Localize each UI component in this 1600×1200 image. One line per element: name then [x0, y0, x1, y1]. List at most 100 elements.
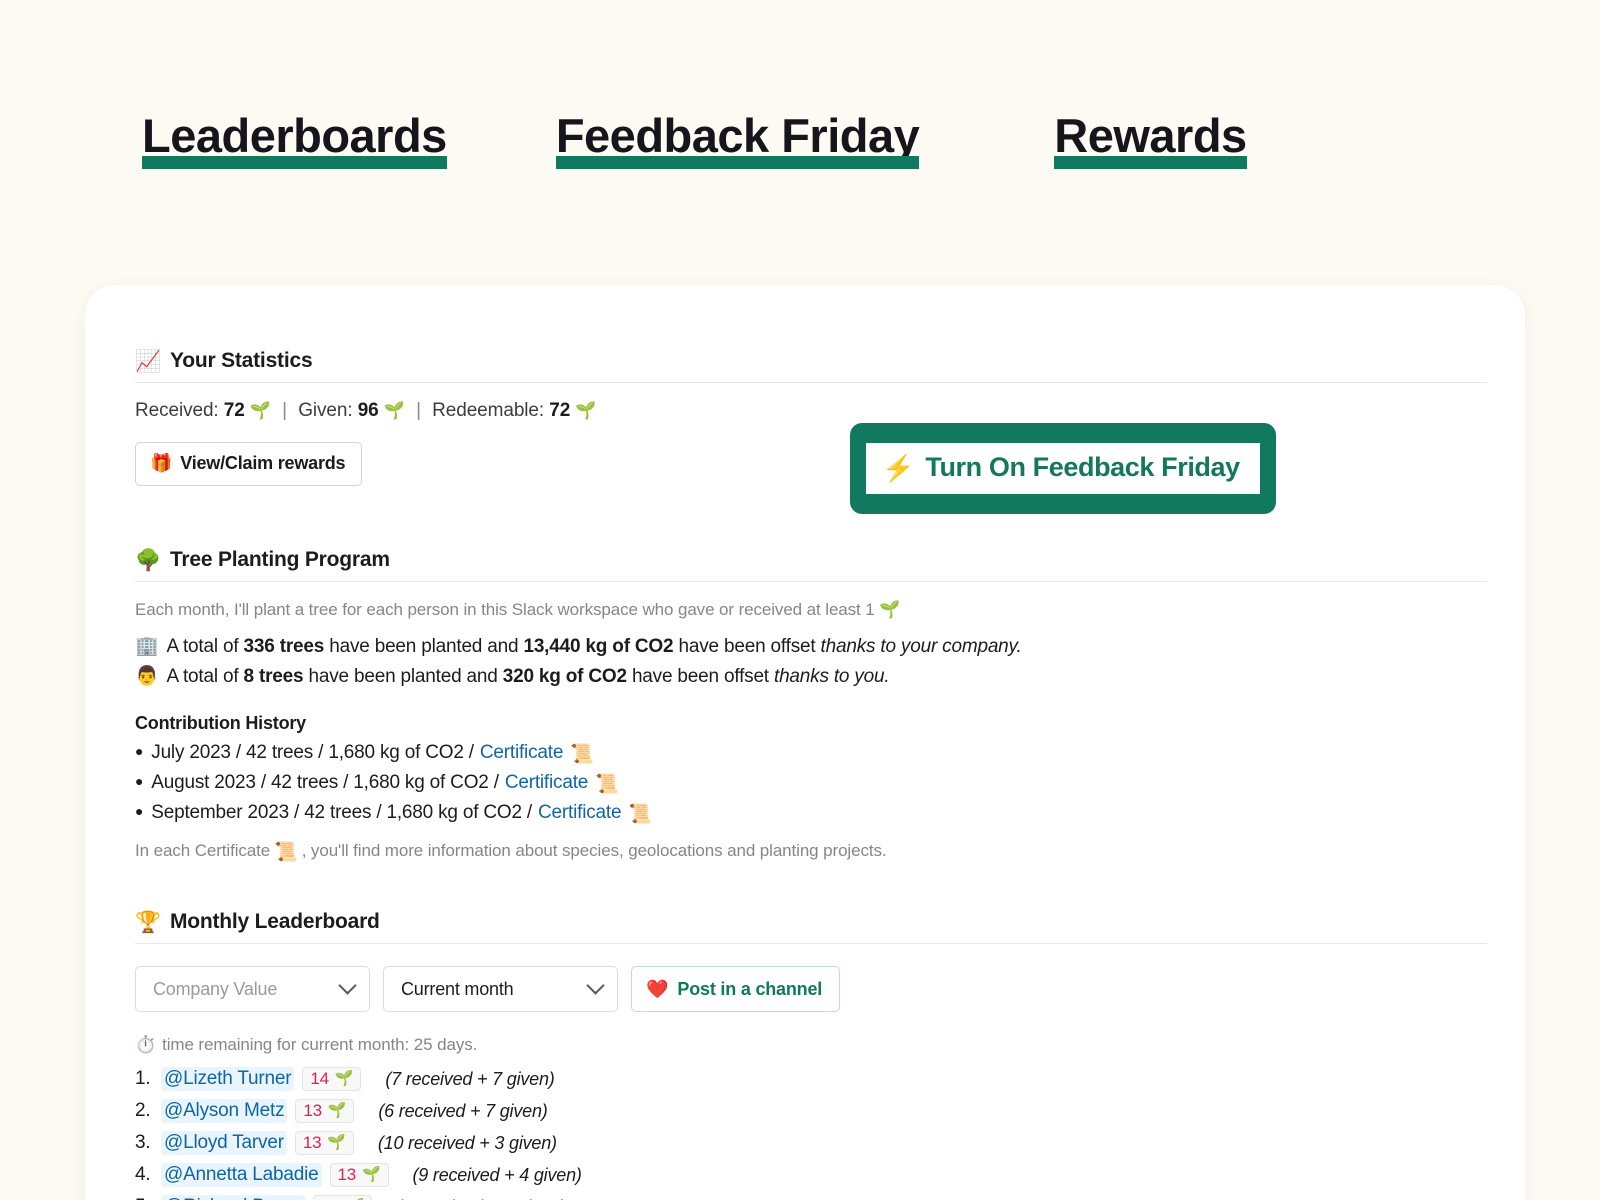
period-select-label: Current month: [401, 978, 514, 999]
scroll-icon: 📜: [570, 744, 594, 765]
leaderboard-controls: Company Value Current month ❤️ Post in a…: [135, 966, 1473, 1012]
company-trees: 336 trees: [243, 636, 325, 657]
divider: [135, 943, 1487, 944]
score-breakdown: (7 received + 5 given): [396, 1197, 565, 1200]
divider: [135, 581, 1487, 582]
sprout-icon: 🌱: [327, 1102, 347, 1119]
score-value: 13: [303, 1101, 322, 1120]
sprout-icon: 🌱: [362, 1166, 381, 1183]
sprout-icon: 🌱: [383, 401, 405, 420]
score-breakdown: (10 received + 3 given): [377, 1132, 557, 1153]
gift-icon: 🎁: [150, 453, 173, 473]
certificate-note-before: In each Certificate: [135, 841, 271, 860]
monthly-leaderboard-heading: 🏆 Monthly Leaderboard: [135, 910, 1473, 934]
view-claim-rewards-label: View/Claim rewards: [180, 453, 346, 473]
personal-emphasis: thanks to you.: [773, 666, 890, 687]
tree-program-intro-text: Each month, I'll plant a tree for each p…: [135, 600, 875, 619]
leaderboard-list: 1. @Lizeth Turner 14 🌱 (7 received + 7 g…: [135, 1066, 1473, 1200]
heart-icon: ❤️: [646, 978, 669, 999]
contribution-text: August 2023 / 42 trees / 1,680 kg of CO2…: [151, 772, 499, 793]
user-mention[interactable]: @Lizeth Turner: [161, 1067, 295, 1091]
score-chip: 14 🌱: [302, 1067, 362, 1091]
contribution-item: ● September 2023 / 42 trees / 1,680 kg o…: [135, 800, 1473, 825]
score-breakdown: (7 received + 7 given): [385, 1068, 555, 1089]
post-in-channel-button[interactable]: ❤️ Post in a channel: [631, 966, 841, 1012]
redeemable-value: 72: [549, 400, 571, 421]
rank: 5.: [135, 1196, 161, 1200]
company-pre: A total of: [166, 636, 239, 657]
nav-item-leaderboards[interactable]: Leaderboards: [142, 109, 447, 169]
user-mention[interactable]: @Richard Bruen: [161, 1195, 305, 1200]
bullet-icon: ●: [135, 803, 144, 819]
time-remaining: ⏱️ time remaining for current month: 25 …: [135, 1035, 1473, 1055]
personal-total-line: 👨 A total of 8 trees have been planted a…: [135, 664, 1473, 688]
your-statistics-heading: 📈 Your Statistics: [135, 349, 1473, 373]
company-value-select-label: Company Value: [153, 978, 278, 999]
certificate-link[interactable]: Certificate: [505, 772, 589, 794]
content-card: 📈 Your Statistics Received: 72 🌱 | Given…: [85, 285, 1525, 1200]
list-item: 2. @Alyson Metz 13 🌱 (6 received + 7 giv…: [135, 1098, 1473, 1124]
statistics-summary: Received: 72 🌱 | Given: 96 🌱 | Redeemabl…: [135, 400, 1473, 422]
sprout-icon: 🌱: [575, 401, 597, 420]
rank: 3.: [135, 1132, 151, 1153]
user-mention[interactable]: @Lloyd Tarver: [161, 1131, 287, 1155]
top-nav: Leaderboards Feedback Friday Rewards: [142, 109, 1247, 169]
certificate-link[interactable]: Certificate: [480, 742, 564, 764]
given-value: 96: [357, 400, 379, 421]
timer-icon: ⏱️: [135, 1035, 157, 1054]
score-chip: 13 🌱: [294, 1131, 354, 1155]
personal-post: have been offset: [631, 666, 769, 687]
divider: [135, 382, 1487, 383]
certificate-note-after: , you'll find more information about spe…: [301, 841, 887, 860]
company-total-line: 🏢 A total of 336 trees have been planted…: [135, 634, 1473, 658]
stat-separator-1: |: [282, 400, 288, 421]
score-breakdown: (9 received + 4 given): [412, 1164, 582, 1185]
list-item: 3. @Lloyd Tarver 13 🌱 (10 received + 3 g…: [135, 1130, 1473, 1156]
certificate-link[interactable]: Certificate: [538, 802, 622, 824]
contribution-item: ● August 2023 / 42 trees / 1,680 kg of C…: [135, 770, 1473, 795]
given-label: Given:: [298, 400, 353, 421]
view-claim-rewards-button[interactable]: 🎁 View/Claim rewards: [135, 442, 363, 486]
list-item: 1. @Lizeth Turner 14 🌱 (7 received + 7 g…: [135, 1066, 1473, 1092]
company-emphasis: thanks to your company.: [820, 636, 1022, 657]
trophy-icon: 🏆: [135, 910, 161, 934]
certificate-note: In each Certificate 📜 , you'll find more…: [135, 838, 1473, 863]
contribution-item: ● July 2023 / 42 trees / 1,680 kg of CO2…: [135, 740, 1473, 765]
company-value-select[interactable]: Company Value: [135, 966, 370, 1012]
contribution-text: July 2023 / 42 trees / 1,680 kg of CO2 /: [151, 742, 474, 763]
turn-on-feedback-friday-button[interactable]: ⚡ Turn On Feedback Friday: [866, 443, 1260, 494]
sprout-icon: 🌱: [334, 1070, 354, 1087]
chevron-down-icon: [586, 975, 605, 995]
person-icon: 👨: [135, 666, 159, 687]
score-chip: 13 🌱: [295, 1099, 355, 1123]
rank: 4.: [135, 1164, 151, 1185]
rank: 2.: [135, 1100, 151, 1121]
period-select[interactable]: Current month: [383, 966, 618, 1012]
chart-increasing-icon: 📈: [135, 349, 161, 373]
tree-program-intro: Each month, I'll plant a tree for each p…: [135, 600, 1473, 620]
company-total-text: A total of 336 trees have been planted a…: [166, 636, 1021, 658]
score-value: 14: [310, 1069, 329, 1088]
personal-mid: have been planted and: [308, 666, 498, 687]
personal-co2: 320 kg of CO2: [502, 666, 627, 687]
redeemable-label: Redeemable:: [432, 400, 545, 421]
contribution-text: September 2023 / 42 trees / 1,680 kg of …: [151, 802, 532, 823]
user-mention[interactable]: @Alyson Metz: [161, 1099, 288, 1123]
user-mention[interactable]: @Annetta Labadie: [161, 1163, 322, 1187]
turn-on-feedback-friday-label: Turn On Feedback Friday: [925, 452, 1240, 482]
your-statistics-title: Your Statistics: [169, 349, 313, 372]
nav-item-rewards[interactable]: Rewards: [1054, 109, 1247, 169]
sprout-icon: 🌱: [879, 600, 901, 619]
list-item: 5. @Richard Bruen 12 🌱 (7 received + 5 g…: [135, 1194, 1473, 1200]
scroll-icon: 📜: [628, 804, 652, 825]
score-value: 13: [302, 1133, 322, 1152]
tree-planting-heading: 🌳 Tree Planting Program: [135, 548, 1473, 572]
score-chip: 13 🌱: [329, 1163, 389, 1187]
monthly-leaderboard-title: Monthly Leaderboard: [169, 910, 380, 933]
sprout-icon: 🌱: [327, 1134, 346, 1151]
tree-icon: 🌳: [135, 548, 161, 572]
stat-separator-2: |: [416, 400, 421, 421]
personal-total-text: A total of 8 trees have been planted and…: [166, 666, 889, 688]
nav-item-feedback-friday[interactable]: Feedback Friday: [555, 109, 920, 169]
score-chip: 12 🌱: [312, 1195, 372, 1200]
